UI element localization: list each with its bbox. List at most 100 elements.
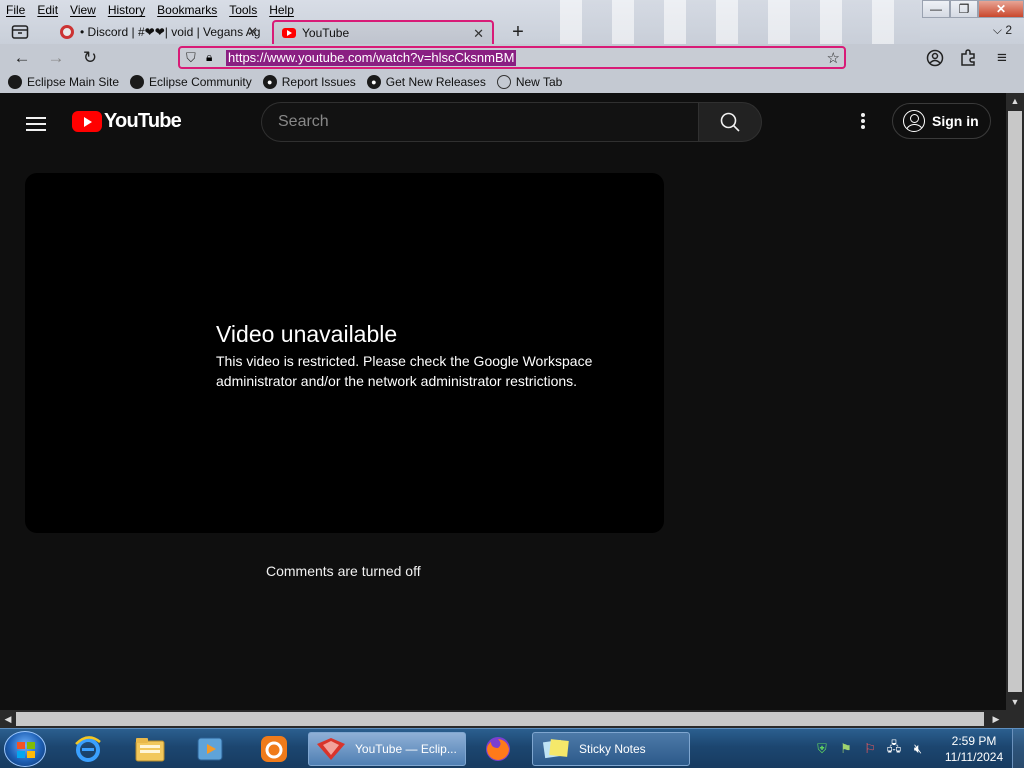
app-menu-button[interactable]: ≡ xyxy=(990,47,1014,69)
scroll-up-icon[interactable]: ▲ xyxy=(1006,93,1024,109)
search-button[interactable] xyxy=(698,102,762,142)
new-tab-button[interactable]: + xyxy=(508,21,528,44)
guide-menu-button[interactable] xyxy=(26,113,46,135)
search-icon xyxy=(720,112,740,132)
github-icon: ● xyxy=(366,75,381,89)
bookmarks-bar: Eclipse Main Site Eclipse Community ● Re… xyxy=(0,71,1024,93)
kebab-dot xyxy=(861,119,865,123)
arrow-left-icon: ← xyxy=(13,48,31,67)
menu-history[interactable]: History xyxy=(102,3,151,17)
windows-logo-icon xyxy=(17,742,35,758)
reload-button[interactable]: ↻ xyxy=(78,47,102,69)
show-desktop-button[interactable] xyxy=(1012,729,1024,768)
url-bar[interactable]: ⛉ 🔒︎ https://www.youtube.com/watch?v=hls… xyxy=(178,46,846,69)
tab-strip: • Discord | #❤❤| void | Vegans Ag ✕ YouT… xyxy=(0,20,1024,44)
account-circle-icon xyxy=(903,110,925,132)
start-button[interactable] xyxy=(4,731,46,767)
close-tab-icon[interactable]: ✕ xyxy=(247,24,258,40)
firefox-button[interactable] xyxy=(478,733,518,765)
volume-muted-icon[interactable]: 🔇︎ xyxy=(908,739,928,759)
forward-button[interactable]: → xyxy=(44,47,68,69)
bookmark-eclipse-community[interactable]: Eclipse Community xyxy=(130,75,252,89)
close-window-button[interactable]: ✕ xyxy=(978,0,1024,18)
scroll-right-icon[interactable]: ▶ xyxy=(988,710,1004,728)
taskbar-app-label: Sticky Notes xyxy=(579,742,646,756)
globe-icon xyxy=(496,75,511,89)
file-explorer-button[interactable] xyxy=(130,733,170,765)
tab-count: 2 xyxy=(1005,23,1012,37)
hamburger-menu-icon: ≡ xyxy=(997,48,1007,67)
tab-list-button[interactable]: ⌵ 2 xyxy=(993,23,1012,38)
system-tray: ⛨ ⚑ ⚐ 🖧︎ 🔇︎ xyxy=(812,729,928,768)
account-button[interactable] xyxy=(923,47,947,69)
minimize-button[interactable]: — xyxy=(922,0,950,18)
firefox-icon xyxy=(486,737,510,761)
tab-youtube[interactable]: YouTube ✕ xyxy=(272,20,494,44)
folder-icon xyxy=(135,738,165,762)
search-input[interactable] xyxy=(278,113,678,131)
youtube-wordmark: YouTube xyxy=(104,110,182,132)
kebab-dot xyxy=(861,113,865,117)
back-button[interactable]: ← xyxy=(10,47,34,69)
scroll-down-icon[interactable]: ▼ xyxy=(1006,694,1024,710)
close-tab-icon[interactable]: ✕ xyxy=(473,26,484,42)
restore-button[interactable]: ❐ xyxy=(950,0,978,18)
youtube-logo[interactable]: YouTube xyxy=(72,110,182,133)
menu-bookmarks[interactable]: Bookmarks xyxy=(151,3,223,17)
taskbar-app-sticky-notes[interactable]: Sticky Notes xyxy=(532,732,690,766)
menu-view[interactable]: View xyxy=(64,3,102,17)
sign-in-button[interactable]: Sign in xyxy=(892,103,991,139)
eclipse-icon xyxy=(8,75,22,89)
security-icon[interactable]: ⚑ xyxy=(836,739,856,759)
taskbar-app-label: YouTube — Eclip... xyxy=(355,742,457,756)
lock-icon[interactable]: 🔒︎ xyxy=(206,50,212,65)
bookmark-report-issues[interactable]: ● Report Issues xyxy=(262,75,356,89)
scroll-thumb[interactable] xyxy=(16,712,984,726)
scroll-thumb[interactable] xyxy=(1008,111,1022,692)
settings-more-button[interactable] xyxy=(858,111,868,135)
sign-in-label: Sign in xyxy=(932,113,979,129)
bookmark-star-icon[interactable]: ☆ xyxy=(827,49,840,67)
eclipse-icon xyxy=(130,75,145,89)
menu-file[interactable]: File xyxy=(0,3,31,17)
tab-manager-button[interactable] xyxy=(10,23,30,41)
taskbar-app-youtube-eclipse[interactable]: YouTube — Eclip... xyxy=(308,732,466,766)
uc-browser-icon xyxy=(261,736,287,762)
navigation-toolbar: ← → ↻ ⛉ 🔒︎ https://www.youtube.com/watch… xyxy=(0,44,1024,71)
puzzle-icon xyxy=(961,49,975,66)
taskbar-clock[interactable]: 2:59 PM 11/11/2024 xyxy=(938,733,1010,765)
bookmark-label: Get New Releases xyxy=(385,75,486,89)
bookmark-eclipse-main-site[interactable]: Eclipse Main Site xyxy=(8,75,119,89)
hamburger-line xyxy=(26,123,46,125)
bookmark-label: Eclipse Community xyxy=(149,75,252,89)
media-player-button[interactable] xyxy=(190,733,230,765)
url-text[interactable]: https://www.youtube.com/watch?v=hlscCksn… xyxy=(226,50,517,66)
arrow-right-icon: → xyxy=(47,48,65,67)
chevron-down-icon: ⌵ xyxy=(992,23,1002,37)
shield-icon[interactable]: ⛉ xyxy=(186,50,196,66)
window-controls: — ❐ ✕ xyxy=(922,0,1024,18)
extensions-button[interactable] xyxy=(956,47,980,69)
network-shield-icon[interactable]: ⛨ xyxy=(812,739,832,759)
bookmark-label: Report Issues xyxy=(281,75,356,89)
bookmark-new-tab[interactable]: New Tab xyxy=(496,75,563,89)
browser-chrome: File Edit View History Bookmarks Tools H… xyxy=(0,0,1024,44)
youtube-favicon-icon xyxy=(282,28,296,38)
kebab-dot xyxy=(861,125,865,129)
bookmark-get-new-releases[interactable]: ● Get New Releases xyxy=(366,75,486,89)
internet-explorer-button[interactable] xyxy=(68,733,108,765)
scroll-left-icon[interactable]: ◀ xyxy=(0,710,16,728)
action-center-icon[interactable]: ⚐ xyxy=(860,739,880,759)
menu-tools[interactable]: Tools xyxy=(223,3,263,17)
network-icon[interactable]: 🖧︎ xyxy=(884,739,904,759)
menu-help[interactable]: Help xyxy=(263,3,300,17)
vertical-scrollbar[interactable]: ▲ ▼ xyxy=(1006,93,1024,710)
menu-edit[interactable]: Edit xyxy=(31,3,64,17)
uc-browser-button[interactable] xyxy=(254,733,294,765)
bookmark-label: New Tab xyxy=(515,75,563,89)
tab-discord[interactable]: • Discord | #❤❤| void | Vegans Ag ✕ xyxy=(52,20,262,44)
search-box[interactable] xyxy=(261,102,699,142)
youtube-page: YouTube Sign in Video unavailable This v… xyxy=(0,93,1006,710)
video-player[interactable]: Video unavailable This video is restrict… xyxy=(25,173,664,533)
horizontal-scrollbar[interactable]: ◀ ▶ xyxy=(0,710,1006,728)
